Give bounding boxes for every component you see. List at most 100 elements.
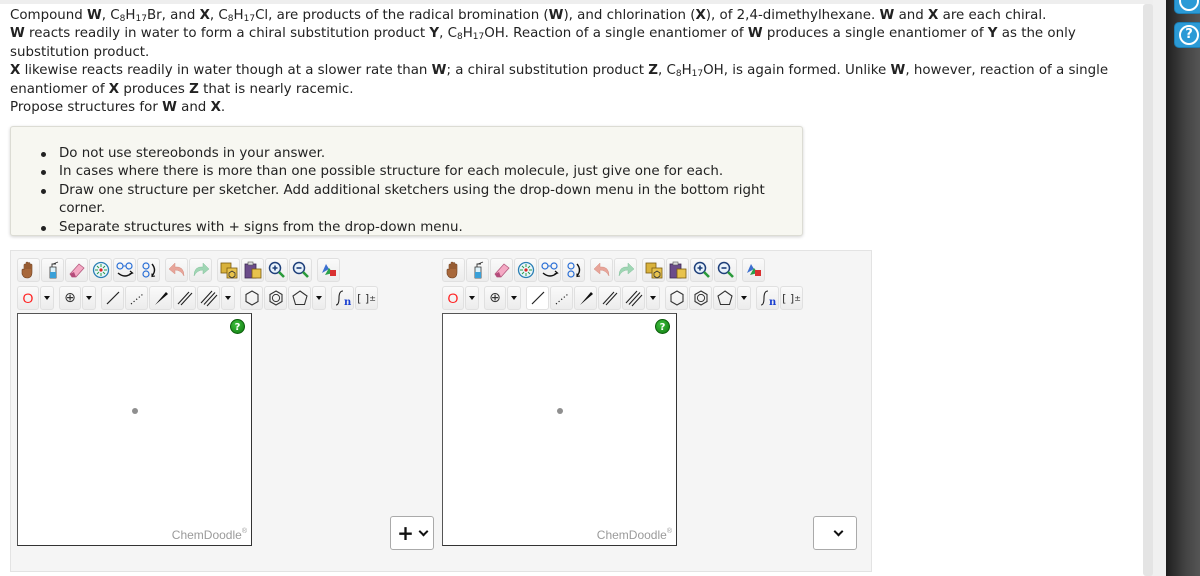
rail-help-button[interactable]: ? bbox=[1174, 22, 1200, 48]
instruction-item: Do not use stereobonds in your answer. bbox=[39, 145, 802, 163]
clean-structure-icon bbox=[746, 264, 761, 276]
rotate-button[interactable] bbox=[562, 258, 585, 282]
rotate-button[interactable] bbox=[137, 258, 160, 282]
sketcher-canvas[interactable]: ? ChemDoodle® bbox=[442, 313, 677, 546]
wedge-bond-button[interactable] bbox=[149, 286, 172, 310]
benzene-button[interactable] bbox=[689, 286, 712, 310]
atom-dropdown[interactable] bbox=[465, 286, 479, 310]
paste-button[interactable] bbox=[241, 258, 264, 282]
instructions-list: Do not use stereobonds in your answer. In… bbox=[11, 127, 802, 237]
dashed-bond-icon bbox=[555, 293, 568, 305]
separator-dropdown-2[interactable] bbox=[813, 516, 857, 550]
help-icon[interactable]: ? bbox=[655, 319, 670, 334]
copy-button[interactable] bbox=[642, 258, 665, 282]
wedge-bond-icon bbox=[579, 292, 593, 305]
zoom-out-icon bbox=[292, 261, 309, 278]
bracket-button[interactable]: [ ] ± bbox=[355, 286, 378, 310]
sgroup-icon: n bbox=[760, 290, 777, 307]
benzene-icon bbox=[693, 290, 708, 306]
plus-sign: + bbox=[397, 521, 414, 545]
clear-button[interactable] bbox=[466, 258, 489, 282]
sgroup-button[interactable]: n bbox=[756, 286, 779, 310]
zoom-out-button[interactable] bbox=[289, 258, 312, 282]
cyclohexane-button[interactable] bbox=[240, 286, 263, 310]
cyclopentane-button[interactable] bbox=[288, 286, 311, 310]
atom-label-button[interactable]: O bbox=[442, 286, 464, 310]
single-bond-button[interactable] bbox=[526, 286, 549, 310]
atom-dropdown[interactable] bbox=[40, 286, 54, 310]
sketcher-canvas[interactable]: ? ChemDoodle® bbox=[17, 313, 252, 546]
rotate-icon bbox=[566, 262, 580, 278]
dashed-bond-button[interactable] bbox=[125, 286, 148, 310]
undo-button[interactable] bbox=[590, 258, 613, 282]
eraser-button[interactable] bbox=[65, 258, 88, 282]
flip-button[interactable] bbox=[113, 258, 136, 282]
redo-button[interactable] bbox=[614, 258, 637, 282]
undo-icon bbox=[168, 262, 184, 277]
hand-tool-button[interactable] bbox=[17, 258, 40, 282]
help-icon: ? bbox=[1179, 25, 1199, 45]
sgroup-icon: n bbox=[335, 290, 352, 307]
ring-dropdown[interactable] bbox=[737, 286, 751, 310]
charge-dropdown[interactable] bbox=[507, 286, 521, 310]
bond-dropdown[interactable] bbox=[221, 286, 235, 310]
flip-button[interactable] bbox=[538, 258, 561, 282]
sketcher-1: O ⊕ n [] ± ? ChemDoodle® bbox=[17, 257, 378, 546]
zoom-in-icon bbox=[268, 261, 285, 278]
dashed-bond-button[interactable] bbox=[550, 286, 573, 310]
rail-tool-button[interactable] bbox=[1174, 0, 1200, 14]
double-bond-button[interactable] bbox=[173, 286, 196, 310]
copy-button[interactable] bbox=[217, 258, 240, 282]
eraser-button[interactable] bbox=[490, 258, 513, 282]
single-bond-button[interactable] bbox=[101, 286, 124, 310]
double-bond-icon bbox=[602, 291, 617, 306]
charge-icon: ⊕ bbox=[489, 290, 501, 306]
copy-icon bbox=[220, 262, 237, 279]
double-bond-button[interactable] bbox=[598, 286, 621, 310]
charge-button[interactable]: ⊕ bbox=[59, 286, 81, 310]
benzene-button[interactable] bbox=[264, 286, 287, 310]
bracket-label: [ ] bbox=[357, 291, 370, 305]
chemdoodle-watermark: ChemDoodle® bbox=[172, 528, 247, 542]
cyclohexane-button[interactable] bbox=[665, 286, 688, 310]
clean-button[interactable] bbox=[742, 258, 765, 282]
single-bond-icon bbox=[106, 291, 119, 305]
separator-dropdown-1[interactable]: + bbox=[390, 516, 434, 550]
center-button[interactable] bbox=[514, 258, 537, 282]
sgroup-button[interactable]: n bbox=[331, 286, 354, 310]
bracket-button[interactable]: [ ] ± bbox=[780, 286, 803, 310]
redo-button[interactable] bbox=[189, 258, 212, 282]
clean-button[interactable] bbox=[317, 258, 340, 282]
atom-label-text: O bbox=[22, 290, 34, 306]
charge-dropdown[interactable] bbox=[82, 286, 96, 310]
cyclopentane-button[interactable] bbox=[713, 286, 736, 310]
bracket-sup: ± bbox=[369, 293, 376, 303]
ring-dropdown[interactable] bbox=[312, 286, 326, 310]
sketcher-2: O ⊕ n [] ± ? ChemDoodle® bbox=[442, 257, 803, 546]
clear-button[interactable] bbox=[41, 258, 64, 282]
triple-bond-button[interactable] bbox=[197, 286, 220, 310]
single-bond-icon bbox=[531, 291, 544, 305]
hand-tool-button[interactable] bbox=[442, 258, 465, 282]
benzene-icon bbox=[268, 290, 283, 306]
eraser-icon bbox=[493, 263, 510, 278]
wedge-bond-button[interactable] bbox=[574, 286, 597, 310]
center-button[interactable] bbox=[89, 258, 112, 282]
zoom-in-button[interactable] bbox=[690, 258, 713, 282]
charge-button[interactable]: ⊕ bbox=[484, 286, 506, 310]
hand-icon bbox=[21, 261, 32, 279]
zoom-out-button[interactable] bbox=[714, 258, 737, 282]
question-paragraph: X likewise reacts readily in water thoug… bbox=[10, 63, 1109, 97]
paste-button[interactable] bbox=[666, 258, 689, 282]
scrollbar[interactable] bbox=[1143, 4, 1153, 576]
triple-bond-button[interactable] bbox=[622, 286, 645, 310]
eraser-icon bbox=[68, 263, 85, 278]
undo-button[interactable] bbox=[165, 258, 188, 282]
bond-dropdown[interactable] bbox=[646, 286, 660, 310]
zoom-in-button[interactable] bbox=[265, 258, 288, 282]
chevron-down-icon bbox=[833, 526, 843, 536]
chemdoodle-watermark: ChemDoodle® bbox=[597, 528, 672, 542]
instruction-item: Draw one structure per sketcher. Add add… bbox=[39, 182, 802, 219]
help-icon[interactable]: ? bbox=[230, 319, 245, 334]
atom-label-button[interactable]: O bbox=[17, 286, 39, 310]
